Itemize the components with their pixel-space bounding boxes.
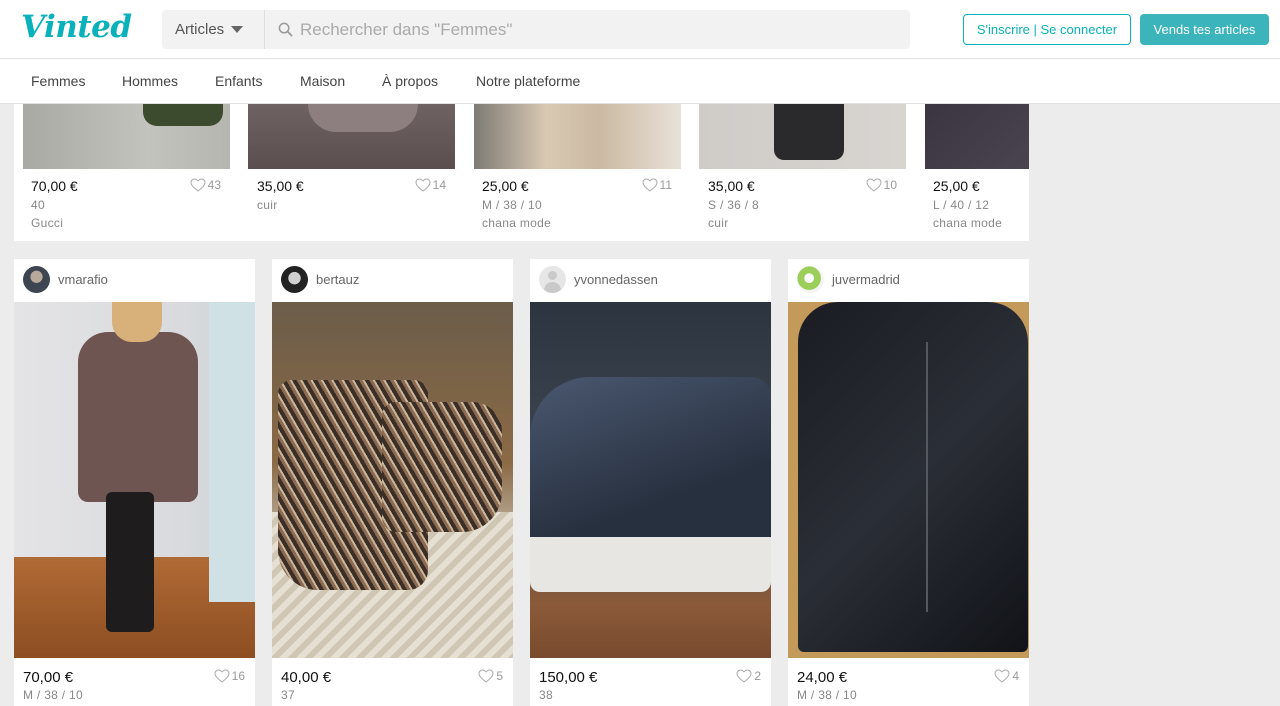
nav-enfants[interactable]: Enfants	[215, 73, 262, 89]
top-header: Vinted Articles S'inscrire | Se connecte…	[0, 0, 1280, 59]
item-size: S / 36 / 8	[708, 198, 760, 212]
favorite-button[interactable]: 43	[190, 178, 221, 192]
item-photo[interactable]	[14, 302, 255, 658]
heart-icon	[866, 178, 882, 192]
heart-icon	[994, 669, 1010, 683]
item-brand: chana mode	[482, 216, 552, 230]
item-size: M / 38 / 10	[797, 688, 857, 702]
item-size: 40	[31, 198, 45, 212]
item-brand: chana mode	[933, 216, 1003, 230]
favorite-count: 11	[659, 178, 672, 192]
nav-notre-plateforme[interactable]: Notre plateforme	[476, 73, 580, 89]
item-card[interactable]: 35,00 € 14 cuir	[248, 104, 455, 241]
search-icon	[278, 22, 293, 37]
sell-items-button[interactable]: Vends tes articles	[1140, 14, 1269, 45]
favorite-count: 10	[883, 178, 897, 192]
seller-username[interactable]: juvermadrid	[832, 272, 900, 287]
avatar[interactable]	[797, 266, 824, 293]
item-photo[interactable]	[248, 104, 455, 169]
caret-down-icon	[231, 26, 244, 33]
avatar[interactable]	[23, 266, 50, 293]
seller-row[interactable]: yvonnedassen	[530, 259, 771, 302]
avatar-placeholder-icon[interactable]	[539, 266, 566, 293]
item-photo[interactable]	[272, 302, 513, 658]
avatar[interactable]	[281, 266, 308, 293]
favorite-button[interactable]: 2	[736, 669, 761, 683]
favorite-count: 16	[231, 669, 245, 683]
item-price: 25,00 €	[482, 178, 529, 194]
seller-username[interactable]: vmarafio	[58, 272, 108, 287]
search-bar: Articles	[162, 10, 910, 49]
seller-row[interactable]: bertauz	[272, 259, 513, 302]
heart-icon	[415, 178, 431, 192]
nav-femmes[interactable]: Femmes	[31, 73, 85, 89]
item-size: cuir	[257, 198, 278, 212]
item-card[interactable]: vmarafio 70,00 € 16 M / 38 / 10	[14, 259, 255, 706]
item-size: M / 38 / 10	[482, 198, 542, 212]
item-price: 35,00 €	[708, 178, 755, 194]
item-row-partial: 70,00 € 43 40 Gucci 35,00 € 14 cuir 25,0…	[14, 104, 1029, 241]
item-price: 40,00 €	[281, 669, 332, 686]
item-card[interactable]: yvonnedassen 150,00 € 2 38	[530, 259, 771, 706]
item-size: M / 38 / 10	[23, 688, 83, 702]
favorite-button[interactable]: 11	[642, 178, 672, 192]
favorite-button[interactable]: 16	[214, 669, 245, 683]
item-photo[interactable]	[699, 104, 906, 169]
item-card[interactable]: bertauz 40,00 € 5 37	[272, 259, 513, 706]
item-photo[interactable]	[23, 104, 230, 169]
item-price: 70,00 €	[31, 178, 78, 194]
item-size: 37	[281, 688, 295, 702]
heart-icon	[736, 669, 752, 683]
item-card[interactable]: 70,00 € 43 40 Gucci	[23, 104, 230, 241]
search-input[interactable]	[300, 10, 900, 49]
category-select-label: Articles	[175, 21, 225, 38]
item-card[interactable]: 35,00 € 10 S / 36 / 8 cuir	[699, 104, 906, 241]
heart-icon	[478, 669, 494, 683]
favorite-count: 14	[432, 178, 446, 192]
vinted-logo[interactable]: Vinted	[21, 9, 132, 45]
nav-maison[interactable]: Maison	[300, 73, 345, 89]
item-brand: cuir	[708, 216, 729, 230]
seller-row[interactable]: juvermadrid	[788, 259, 1029, 302]
item-size: 38	[539, 688, 553, 702]
favorite-button[interactable]: 10	[866, 178, 897, 192]
item-price: 24,00 €	[797, 669, 848, 686]
item-photo[interactable]	[530, 302, 771, 658]
item-photo[interactable]	[788, 302, 1029, 658]
favorite-button[interactable]: 5	[478, 669, 503, 683]
heart-icon	[642, 178, 658, 192]
item-photo[interactable]	[474, 104, 681, 169]
favorite-count: 2	[754, 669, 761, 683]
favorite-count: 5	[496, 669, 503, 683]
item-price: 150,00 €	[539, 669, 598, 686]
item-price: 70,00 €	[23, 669, 74, 686]
signup-login-button[interactable]: S'inscrire | Se connecter	[963, 14, 1131, 45]
nav-a-propos[interactable]: À propos	[382, 73, 438, 89]
seller-username[interactable]: yvonnedassen	[574, 272, 658, 287]
favorite-button[interactable]: 4	[994, 669, 1019, 683]
category-select[interactable]: Articles	[162, 10, 265, 49]
item-card[interactable]: 25,00 € L / 40 / 12 chana mode	[925, 104, 1029, 241]
item-photo[interactable]	[925, 104, 1029, 169]
heart-icon	[214, 669, 230, 683]
category-nav: Femmes Hommes Enfants Maison À propos No…	[0, 59, 1280, 104]
heart-icon	[190, 178, 206, 192]
favorite-button[interactable]: 14	[415, 178, 446, 192]
item-card[interactable]: juvermadrid 24,00 € 4 M / 38 / 10	[788, 259, 1029, 706]
seller-username[interactable]: bertauz	[316, 272, 359, 287]
item-price: 25,00 €	[933, 178, 980, 194]
item-size: L / 40 / 12	[933, 198, 990, 212]
nav-hommes[interactable]: Hommes	[122, 73, 178, 89]
favorite-count: 43	[207, 178, 221, 192]
item-price: 35,00 €	[257, 178, 304, 194]
seller-row[interactable]: vmarafio	[14, 259, 255, 302]
item-brand: Gucci	[31, 216, 64, 230]
favorite-count: 4	[1012, 669, 1019, 683]
item-card[interactable]: 25,00 € 11 M / 38 / 10 chana mode	[474, 104, 681, 241]
